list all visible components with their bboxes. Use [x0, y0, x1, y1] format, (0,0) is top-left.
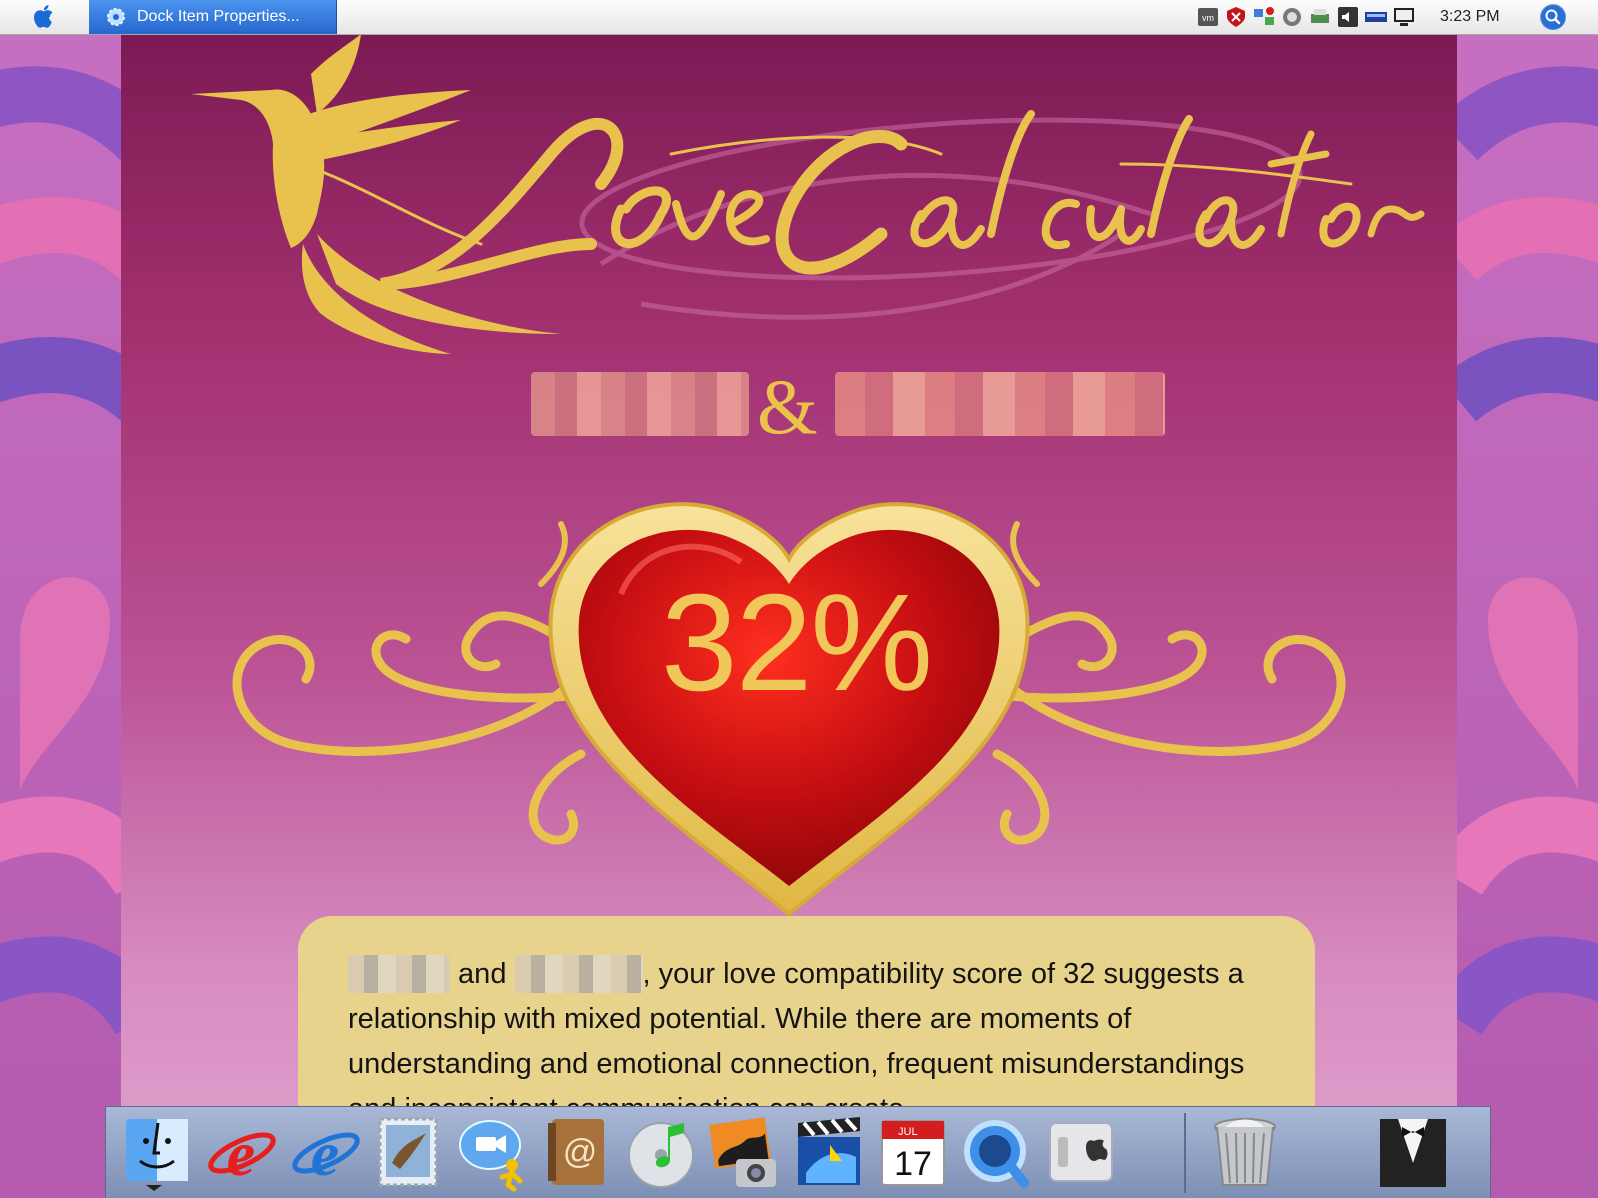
dock-separator [1184, 1113, 1186, 1193]
sync-icon[interactable] [1280, 5, 1304, 29]
dock-item-ical[interactable]: JUL 17 [874, 1113, 952, 1193]
dock-item-tuxedo[interactable] [1374, 1113, 1452, 1193]
dock-item-system-preferences[interactable] [1042, 1113, 1120, 1193]
system-preferences-icon [1049, 1122, 1113, 1182]
iphoto-icon [709, 1117, 776, 1187]
network-icon[interactable] [1252, 5, 1276, 29]
redacted-second-name [835, 372, 1165, 436]
dock-item-mail[interactable] [370, 1113, 448, 1193]
gear-icon [107, 8, 125, 26]
spotlight-search-icon[interactable] [1540, 4, 1566, 30]
dock-item-trash[interactable] [1206, 1113, 1284, 1193]
quicktime-icon [964, 1120, 1029, 1188]
love-score-percent: 32% [660, 566, 933, 720]
ichat-icon [459, 1120, 523, 1192]
svg-text:e: e [311, 1118, 339, 1189]
dock-item-browser-e[interactable]: e [202, 1113, 280, 1193]
result-comma: , [642, 958, 651, 990]
ampersand: & [757, 363, 818, 450]
dock-item-imovie[interactable] [790, 1113, 868, 1193]
ical-day-text: 17 [894, 1145, 932, 1183]
svg-text:vm: vm [1202, 13, 1214, 23]
dock-item-internet-explorer[interactable]: e [286, 1113, 364, 1193]
dock-item-iphoto[interactable] [706, 1113, 784, 1193]
hummingbird-icon [191, 34, 561, 354]
menu-bar: Dock Item Properties... vm 3:23 PM [0, 0, 1598, 35]
result-and: and [450, 958, 515, 990]
display-icon[interactable] [1392, 5, 1416, 29]
battery-icon[interactable] [1364, 5, 1388, 29]
result-description: and , your love compatibility score of 3… [348, 952, 1278, 1132]
taskbar-button-dock-item-properties[interactable]: Dock Item Properties... [89, 0, 337, 34]
love-calculator-page: & 32% and , your love compatibility scor… [121, 34, 1457, 1198]
redacted-first-name-inline [348, 955, 450, 993]
dock-item-quicktime[interactable] [958, 1113, 1036, 1193]
vm-icon[interactable]: vm [1196, 5, 1220, 29]
dock-item-itunes[interactable] [622, 1113, 700, 1193]
redacted-first-name [531, 372, 749, 436]
printer-icon[interactable] [1308, 5, 1332, 29]
imovie-icon [798, 1117, 860, 1185]
mail-stamp-icon [378, 1117, 438, 1187]
dock-item-ichat[interactable] [454, 1113, 532, 1193]
trash-icon [1214, 1118, 1276, 1186]
address-book-icon: @ [548, 1119, 604, 1185]
svg-text:e: e [227, 1118, 255, 1189]
dock-item-finder[interactable] [118, 1113, 196, 1193]
menubar-clock[interactable]: 3:23 PM [1440, 0, 1500, 34]
finder-icon [126, 1119, 188, 1191]
volume-icon[interactable] [1336, 5, 1360, 29]
apple-menu-icon[interactable] [28, 3, 62, 31]
redacted-second-name-inline [514, 955, 643, 993]
taskbar-button-label: Dock Item Properties... [137, 8, 300, 25]
internet-explorer-icon: e [292, 1118, 360, 1189]
ical-month-text: JUL [898, 1126, 918, 1138]
ical-icon: JUL 17 [881, 1120, 945, 1186]
couple-names: & [121, 334, 1457, 450]
security-shield-icon[interactable] [1224, 5, 1248, 29]
dock: e e @ JUL 17 [105, 1106, 1491, 1198]
browser-e-icon: e [208, 1118, 276, 1189]
dock-item-address-book[interactable]: @ [538, 1113, 616, 1193]
itunes-icon [628, 1122, 694, 1188]
tuxedo-icon [1380, 1119, 1446, 1187]
svg-text:@: @ [563, 1133, 598, 1171]
